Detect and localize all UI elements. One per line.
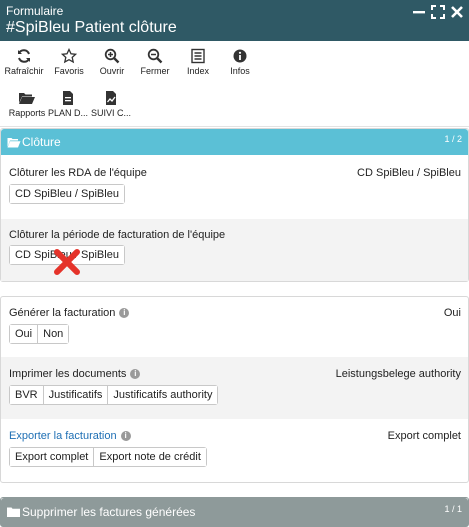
infos-label: Infos xyxy=(230,66,250,76)
imprimer-justificatifs-button[interactable]: Justificatifs xyxy=(43,386,109,404)
generer-label-text: Générer la facturation xyxy=(9,307,116,319)
imprimer-label-text: Imprimer les documents xyxy=(9,368,127,380)
reports-button[interactable]: Rapports xyxy=(6,90,48,118)
close-form-label: Fermer xyxy=(140,66,170,76)
refresh-icon xyxy=(18,49,30,63)
open-button[interactable]: Ouvrir xyxy=(94,48,130,76)
generer-button-group: Oui Non xyxy=(9,324,70,344)
suivi-label: SUIVI C... xyxy=(90,108,131,118)
toolbar: Rafraîchir Favoris Ouvrir Fermer Index I… xyxy=(0,41,469,127)
exporter-note-credit-button[interactable]: Export note de crédit xyxy=(94,448,206,466)
close-form-button[interactable]: Fermer xyxy=(137,48,173,76)
index-button[interactable]: Index xyxy=(182,48,214,76)
refresh-label: Rafraîchir xyxy=(4,66,44,76)
imprimer-value: Leistungsbelege authority xyxy=(335,368,461,380)
minimize-icon[interactable] xyxy=(412,5,426,19)
exporter-label: Exporter la facturation i xyxy=(9,430,131,442)
reports-label: Rapports xyxy=(8,108,46,118)
rda-button-group: CD SpiBleu / SpiBleu xyxy=(9,184,125,204)
plan-button[interactable]: PLAN D... xyxy=(46,90,90,118)
imprimer-button-group: BVR Justificatifs Justificatifs authorit… xyxy=(9,385,219,405)
zoom-out-icon xyxy=(147,48,163,64)
info-icon xyxy=(233,49,247,63)
folder-open-icon xyxy=(19,93,35,104)
list-icon xyxy=(191,48,205,64)
cloture-panel-header[interactable]: Clôture 1 / 2 xyxy=(1,129,468,155)
cloture-panel-counter: 1 / 2 xyxy=(444,134,462,144)
window-subtitle: Formulaire xyxy=(6,4,64,18)
rda-label: Clôturer les RDA de l'équipe xyxy=(9,167,147,179)
infos-button[interactable]: Infos xyxy=(225,48,255,76)
facturation-panel: Générer la facturation i Oui Oui Non Impr… xyxy=(0,296,469,483)
star-icon xyxy=(61,48,77,64)
facturation-period-label: Clôturer la période de facturation de l'… xyxy=(9,229,226,241)
zoom-in-icon xyxy=(104,48,120,64)
info-icon[interactable]: i xyxy=(119,308,130,318)
supprimer-panel-title: Supprimer les factures générées xyxy=(22,505,196,519)
imprimer-label: Imprimer les documents i xyxy=(9,368,141,380)
folder-icon xyxy=(7,507,20,517)
rda-option-button[interactable]: CD SpiBleu / SpiBleu xyxy=(10,185,124,203)
favorites-button[interactable]: Favoris xyxy=(50,48,88,76)
plan-label: PLAN D... xyxy=(47,108,88,118)
favorites-label: Favoris xyxy=(54,66,84,76)
generer-oui-button[interactable]: Oui xyxy=(10,325,39,343)
supprimer-panel: Supprimer les factures générées 1 / 1 xyxy=(0,497,469,527)
cloture-panel-title: Clôture xyxy=(22,135,61,149)
window-titlebar: Formulaire #SpiBleu Patient clôture xyxy=(0,0,469,41)
generer-non-button[interactable]: Non xyxy=(38,325,69,343)
rda-value: CD SpiBleu / SpiBleu xyxy=(357,167,461,179)
exporter-complet-button[interactable]: Export complet xyxy=(10,448,95,466)
open-label: Ouvrir xyxy=(99,66,125,76)
generer-value: Oui xyxy=(443,307,461,319)
index-label: Index xyxy=(186,66,210,76)
generer-label: Générer la facturation i xyxy=(9,307,130,319)
exporter-value: Export complet xyxy=(387,430,461,442)
close-icon[interactable] xyxy=(450,5,464,19)
info-icon[interactable]: i xyxy=(130,369,141,379)
imprimer-bvr-button[interactable]: BVR xyxy=(10,386,44,404)
document-icon xyxy=(63,91,73,105)
exporter-button-group: Export complet Export note de crédit xyxy=(9,447,207,467)
imprimer-justificatifs-authority-button[interactable]: Justificatifs authority xyxy=(108,386,218,404)
red-x-icon xyxy=(54,249,80,275)
window-title: #SpiBleu Patient clôture xyxy=(6,19,177,36)
folder-open-icon xyxy=(7,138,21,148)
supprimer-panel-header[interactable]: Supprimer les factures générées 1 / 1 xyxy=(1,498,468,526)
maximize-icon[interactable] xyxy=(431,5,445,19)
info-icon[interactable]: i xyxy=(120,431,131,441)
chart-document-icon xyxy=(106,91,116,105)
refresh-button[interactable]: Rafraîchir xyxy=(3,48,45,76)
supprimer-panel-counter: 1 / 1 xyxy=(444,504,462,514)
suivi-button[interactable]: SUIVI C... xyxy=(89,90,133,118)
exporter-label-text: Exporter la facturation xyxy=(9,430,117,442)
cloture-panel: Clôture 1 / 2 Clôturer les RDA de l'équi… xyxy=(0,128,469,282)
